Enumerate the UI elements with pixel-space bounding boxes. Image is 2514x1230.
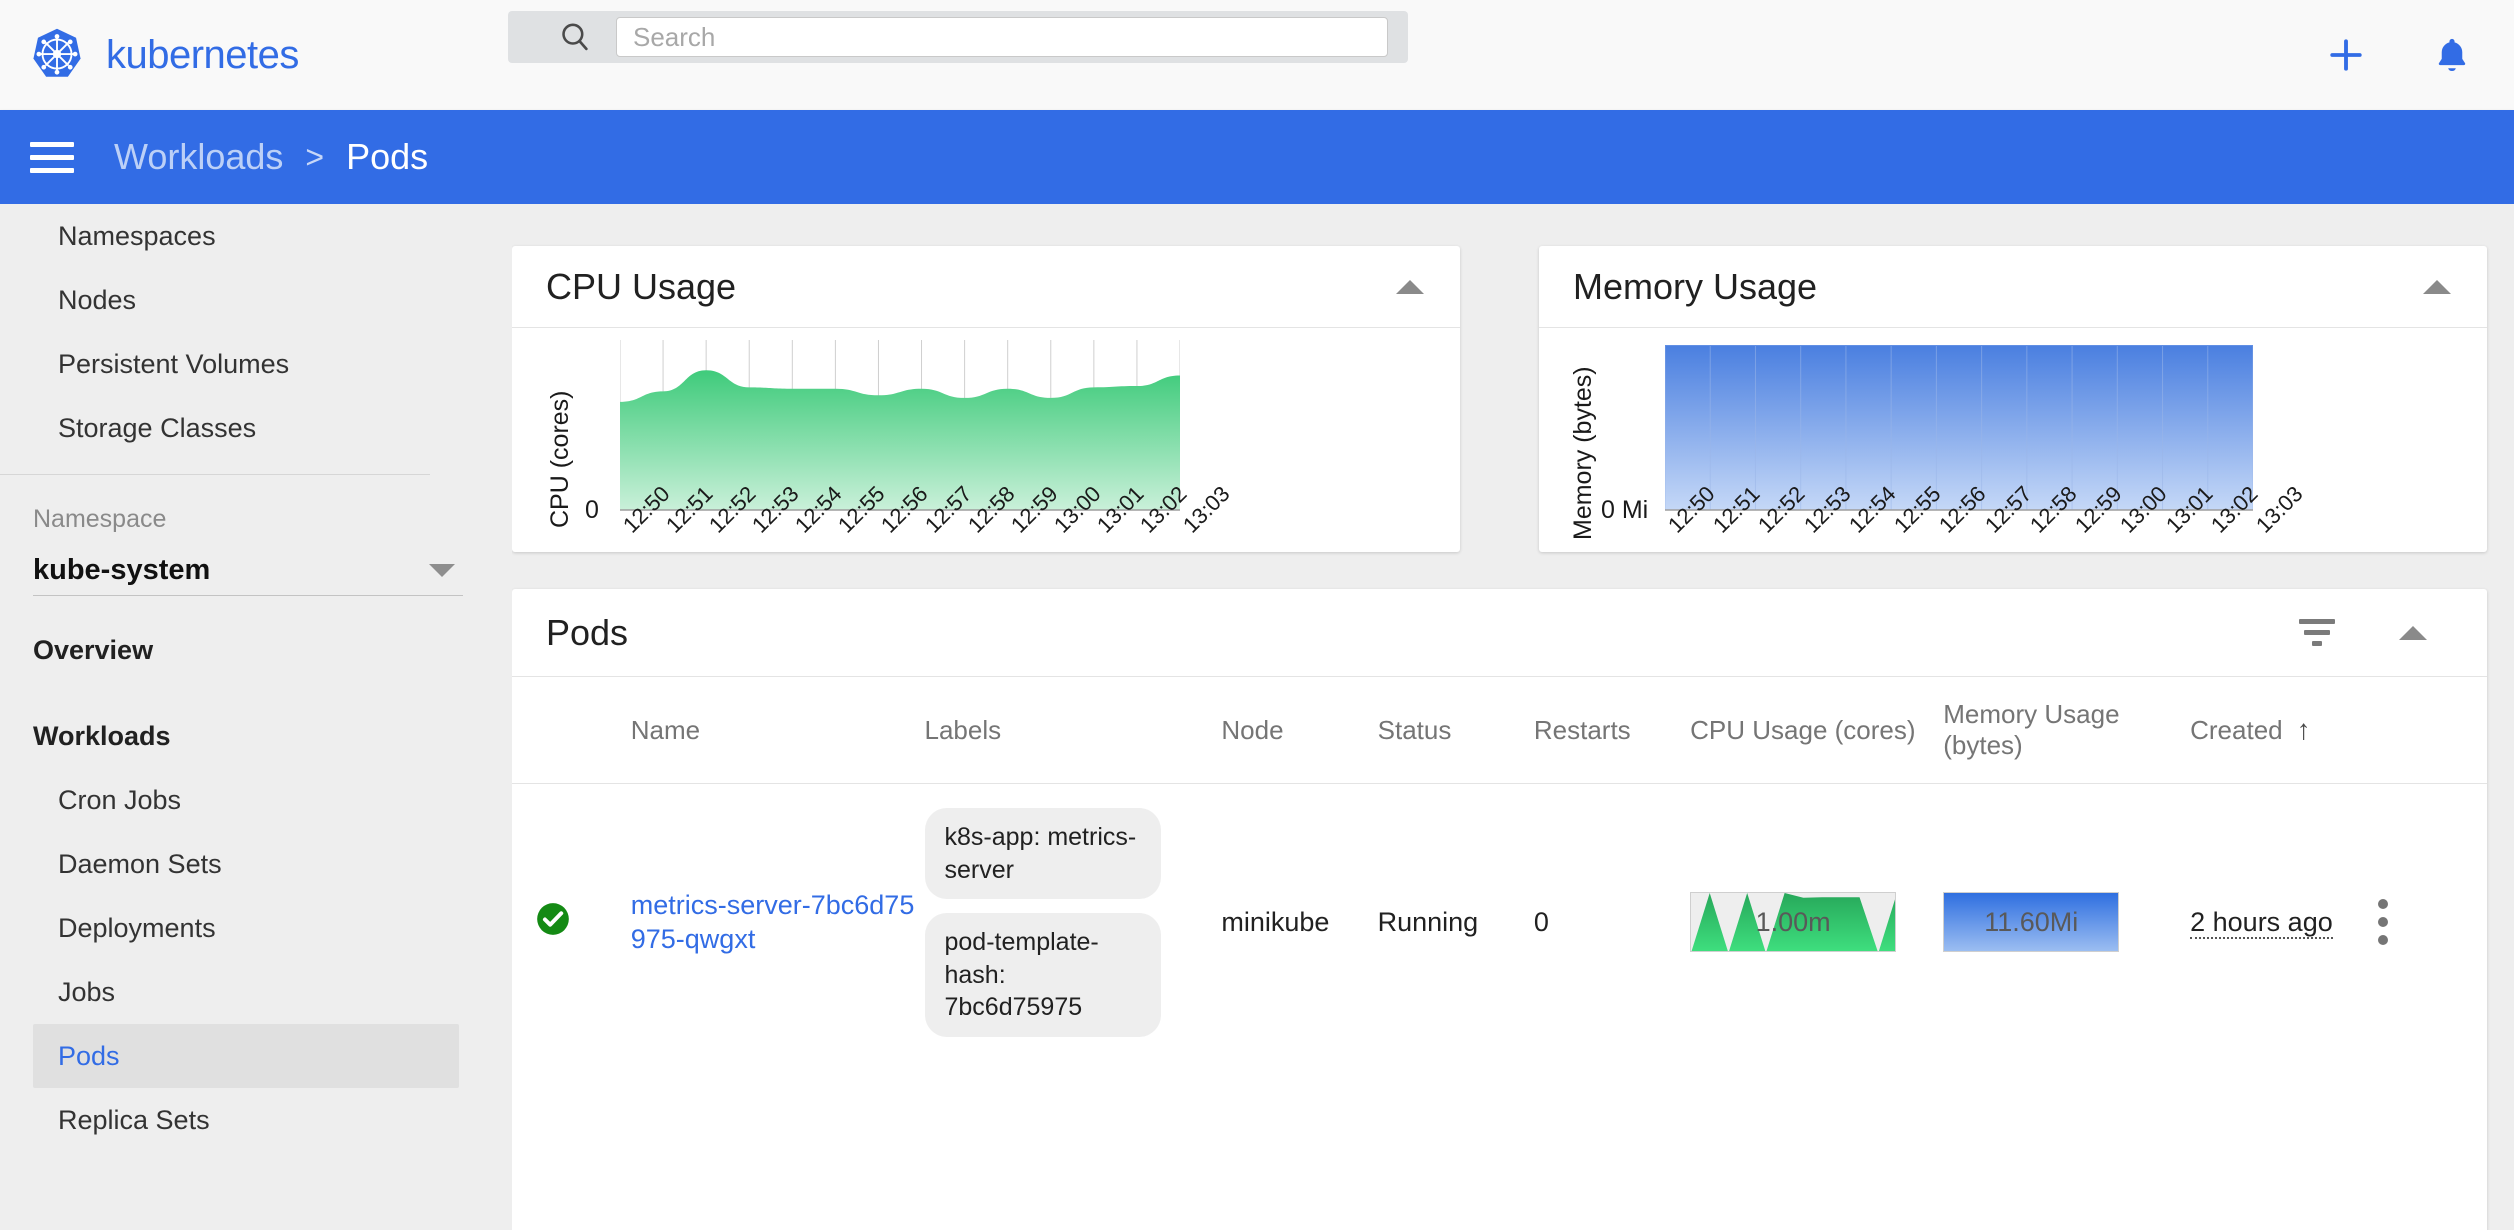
breadcrumb-pods: Pods xyxy=(346,136,429,177)
sort-ascending-icon: ↑ xyxy=(2296,714,2311,745)
pods-table: Name Labels Node Status Restarts CPU Usa… xyxy=(512,677,2487,1061)
cpu-card-title: CPU Usage xyxy=(546,265,737,307)
breadcrumb-separator-icon: > xyxy=(305,138,325,175)
sidebar-item-daemon-sets[interactable]: Daemon Sets xyxy=(0,832,512,896)
search-input[interactable] xyxy=(616,17,1388,57)
main-content: CPU Usage CPU (cores) 0 12:50 12:51 12:5… xyxy=(512,204,2514,1230)
th-created[interactable]: Created ↑ xyxy=(2190,677,2378,784)
sidebar-item-namespaces[interactable]: Namespaces xyxy=(0,204,512,268)
label-chip[interactable]: pod-template-hash: 7bc6d75975 xyxy=(924,913,1161,1037)
pods-card-actions xyxy=(2299,619,2427,646)
cell-created: 2 hours ago xyxy=(2190,784,2378,1061)
namespace-label: Namespace xyxy=(33,505,167,533)
label-chip[interactable]: k8s-app: metrics-server xyxy=(924,808,1161,899)
cell-row-menu xyxy=(2377,784,2487,1061)
filter-icon[interactable] xyxy=(2299,619,2335,646)
cell-memory-usage: 11.60Mi xyxy=(1943,784,2190,1061)
cpu-sparkline-value: 1.00m xyxy=(1755,906,1831,937)
sidebar-item-deployments[interactable]: Deployments xyxy=(0,896,512,960)
th-menu xyxy=(2377,677,2487,784)
caret-up-icon[interactable] xyxy=(1396,279,1424,294)
th-labels[interactable]: Labels xyxy=(924,677,1222,784)
th-status[interactable]: Status xyxy=(1377,677,1534,784)
plus-icon[interactable] xyxy=(2324,33,2368,77)
cpu-sparkline: 1.00m xyxy=(1690,892,1897,953)
sidebar-item-cron-jobs[interactable]: Cron Jobs xyxy=(0,768,512,832)
caret-up-icon[interactable] xyxy=(2399,625,2427,640)
dashboard-page: kubernetes Workloads > Pods xyxy=(0,0,2514,1230)
x-tick: 13:03 xyxy=(1178,481,1235,538)
cell-labels: k8s-app: metrics-server pod-template-has… xyxy=(924,784,1222,1061)
pods-card-header: Pods xyxy=(512,589,2487,677)
th-name[interactable]: Name xyxy=(630,677,925,784)
memory-y-axis-label: Memory (bytes) xyxy=(1569,366,1597,540)
kubernetes-helm-wheel-icon xyxy=(33,28,81,77)
th-node[interactable]: Node xyxy=(1221,677,1378,784)
namespace-select[interactable]: kube-system xyxy=(33,546,463,596)
search-icon[interactable] xyxy=(558,20,592,54)
th-memory-usage[interactable]: Memory Usage (bytes) xyxy=(1943,677,2191,784)
namespace-value: kube-system xyxy=(33,554,211,586)
memory-card-header: Memory Usage xyxy=(1539,246,2487,328)
th-status-icon xyxy=(512,677,631,784)
sidebar-item-persistent-volumes[interactable]: Persistent Volumes xyxy=(0,332,512,396)
memory-card-title: Memory Usage xyxy=(1573,265,1818,307)
cpu-y-tick-zero: 0 xyxy=(585,496,599,524)
pods-table-header: Name Labels Node Status Restarts CPU Usa… xyxy=(512,677,2487,784)
breadcrumb-bar: Workloads > Pods xyxy=(0,110,2514,204)
caret-up-icon[interactable] xyxy=(2423,279,2451,294)
brand-name: kubernetes xyxy=(106,32,299,77)
th-restarts[interactable]: Restarts xyxy=(1533,677,1691,784)
memory-chart-body: Memory (bytes) 0 Mi 12:50 12:51 12:52 12:53… xyxy=(1539,328,2487,552)
sidebar: Namespaces Nodes Persistent Volumes Stor… xyxy=(0,204,512,1230)
created-timestamp: 2 hours ago xyxy=(2190,906,2333,939)
cell-restarts: 0 xyxy=(1533,906,1549,937)
cell-pod-name: metrics-server-7bc6d75975-qwgxt xyxy=(631,784,925,1061)
search-bar xyxy=(508,11,1408,63)
cpu-usage-card: CPU Usage CPU (cores) 0 12:50 12:51 12:5… xyxy=(512,246,1460,552)
topbar-actions xyxy=(2324,0,2474,110)
memory-y-tick-zero: 0 Mi xyxy=(1601,496,1649,524)
sidebar-item-nodes[interactable]: Nodes xyxy=(0,268,512,332)
cpu-card-header: CPU Usage xyxy=(512,246,1460,328)
cell-cpu-usage: 1.00m xyxy=(1690,784,1943,1061)
kebab-menu-icon[interactable] xyxy=(2377,899,2487,946)
sidebar-item-overview[interactable]: Overview xyxy=(0,618,512,682)
memory-sparkline-value: 11.60Mi xyxy=(1984,906,2079,937)
pods-card-title: Pods xyxy=(546,611,629,653)
x-tick: 13:03 xyxy=(2251,481,2308,538)
brand-logo[interactable]: kubernetes xyxy=(28,26,299,84)
top-bar: kubernetes xyxy=(0,0,2514,110)
th-created-label: Created xyxy=(2190,715,2283,745)
sidebar-item-jobs[interactable]: Jobs xyxy=(0,960,512,1024)
cpu-y-axis-label: CPU (cores) xyxy=(546,390,574,528)
memory-usage-card: Memory Usage Memory (bytes) 0 Mi 12:50 1… xyxy=(1539,246,2487,552)
pods-table-body: metrics-server-7bc6d75975-qwgxt k8s-app:… xyxy=(512,784,2487,1061)
th-cpu-usage[interactable]: CPU Usage (cores) xyxy=(1690,677,1944,784)
bell-icon[interactable] xyxy=(2430,33,2474,77)
sidebar-item-storage-classes[interactable]: Storage Classes xyxy=(0,396,512,460)
table-header-row: Name Labels Node Status Restarts CPU Usa… xyxy=(512,677,2487,784)
sidebar-section-workloads[interactable]: Workloads xyxy=(0,704,512,768)
sidebar-item-pods[interactable]: Pods xyxy=(33,1024,459,1088)
hamburger-menu-icon[interactable] xyxy=(30,134,74,181)
cell-node: minikube xyxy=(1221,906,1330,937)
check-circle-icon xyxy=(537,902,569,935)
sidebar-divider xyxy=(0,474,430,475)
breadcrumb: Workloads > Pods xyxy=(114,136,428,178)
cell-status-icon xyxy=(512,784,631,1061)
chevron-down-icon xyxy=(429,564,455,577)
memory-sparkline: 11.60Mi xyxy=(1943,892,2120,953)
cpu-chart-body: CPU (cores) 0 12:50 12:51 12:52 12:53 12:54 1… xyxy=(512,328,1460,552)
sidebar-item-replica-sets[interactable]: Replica Sets xyxy=(0,1088,512,1152)
table-row[interactable]: metrics-server-7bc6d75975-qwgxt k8s-app:… xyxy=(512,784,2487,1061)
breadcrumb-workloads[interactable]: Workloads xyxy=(114,136,283,178)
pod-name-link[interactable]: metrics-server-7bc6d75975-qwgxt xyxy=(631,890,915,955)
cell-status: Running xyxy=(1377,906,1479,937)
pods-card: Pods Name Labels Node Status Restarts CP xyxy=(512,589,2487,1230)
